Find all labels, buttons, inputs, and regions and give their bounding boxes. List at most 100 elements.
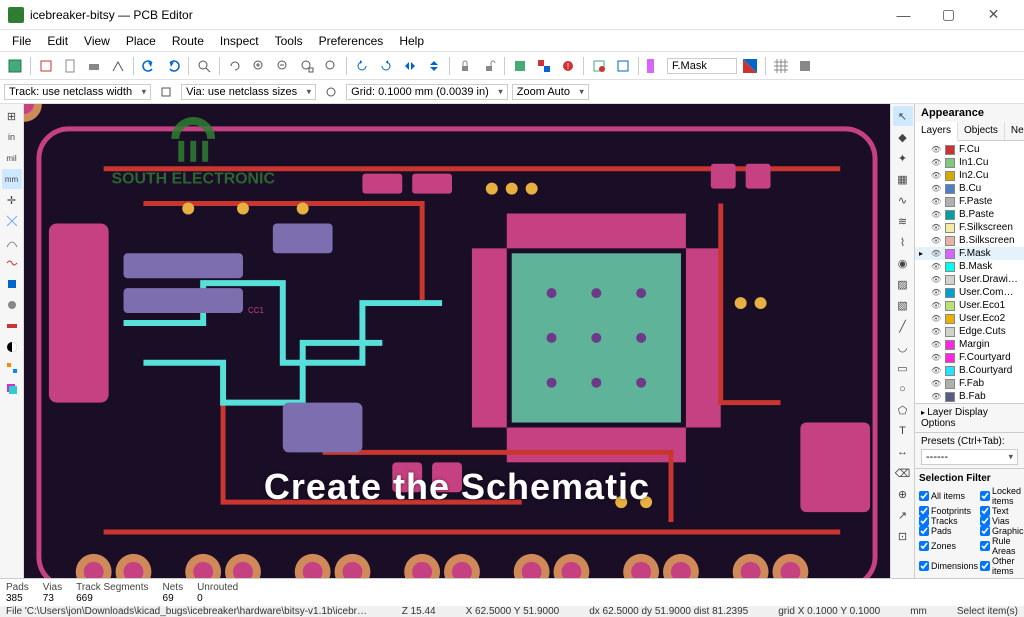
menu-inspect[interactable]: Inspect (212, 32, 267, 50)
filter-checkbox[interactable] (980, 541, 990, 551)
route-track-tool[interactable]: ∿ (893, 190, 913, 210)
menu-edit[interactable]: Edit (39, 32, 76, 50)
filter-tracks[interactable]: Tracks (919, 516, 978, 526)
visibility-icon[interactable]: 👁 (931, 197, 941, 206)
visibility-icon[interactable]: 👁 (931, 171, 941, 180)
via-size-edit-button[interactable] (320, 81, 342, 103)
layer-swatch[interactable] (945, 392, 955, 402)
flip-v-button[interactable] (423, 55, 445, 77)
layers-manager-button[interactable] (2, 379, 22, 399)
layer-swatch[interactable] (945, 158, 955, 168)
plot-button[interactable] (107, 55, 129, 77)
cursor-button[interactable]: ✛ (2, 190, 22, 210)
filter-checkbox[interactable] (919, 561, 929, 571)
visibility-icon[interactable]: 👁 (931, 301, 941, 310)
track-display-button[interactable] (2, 316, 22, 336)
unlock-button[interactable] (478, 55, 500, 77)
update-from-schematic-button[interactable] (533, 55, 555, 77)
layer-f-courtyard[interactable]: 👁F.Courtyard (915, 351, 1024, 364)
tab-nets[interactable]: Nets (1005, 122, 1024, 140)
visibility-icon[interactable]: 👁 (931, 223, 941, 232)
ratsnest-button[interactable] (2, 211, 22, 231)
filter-checkbox[interactable] (919, 491, 929, 501)
visibility-icon[interactable]: 👁 (931, 236, 941, 245)
ratsnest-curve-button[interactable] (2, 232, 22, 252)
layer-swatch[interactable] (945, 288, 955, 298)
add-zone-tool[interactable]: ▨ (893, 274, 913, 294)
highlight-net-tool[interactable]: ◆ (893, 127, 913, 147)
visibility-icon[interactable]: 👁 (931, 145, 941, 154)
zoom-out-button[interactable] (272, 55, 294, 77)
visibility-icon[interactable]: 👁 (931, 184, 941, 193)
route-diff-tool[interactable]: ≋ (893, 211, 913, 231)
filter-checkbox[interactable] (980, 561, 990, 571)
layer-b-courtyard[interactable]: 👁B.Courtyard (915, 364, 1024, 377)
find-button[interactable] (193, 55, 215, 77)
filter-checkbox[interactable] (919, 526, 929, 536)
filter-graphics[interactable]: Graphics (980, 526, 1024, 536)
filter-checkbox[interactable] (919, 516, 929, 526)
visibility-icon[interactable]: 👁 (931, 327, 941, 336)
layer-margin[interactable]: 👁Margin (915, 338, 1024, 351)
menu-preferences[interactable]: Preferences (311, 32, 392, 50)
visibility-icon[interactable]: 👁 (931, 158, 941, 167)
layer-swatch[interactable] (945, 210, 955, 220)
layer-user-eco1[interactable]: 👁User.Eco1 (915, 299, 1024, 312)
filter-checkbox[interactable] (980, 516, 990, 526)
filter-checkbox[interactable] (919, 506, 929, 516)
via-display-button[interactable] (2, 295, 22, 315)
save-button[interactable] (4, 55, 26, 77)
visibility-icon[interactable]: 👁 (931, 314, 941, 323)
tune-length-tool[interactable]: ⌇ (893, 232, 913, 252)
filter-text[interactable]: Text (980, 506, 1024, 516)
visibility-icon[interactable]: 👁 (931, 249, 941, 258)
import-button[interactable] (588, 55, 610, 77)
tab-layers[interactable]: Layers (915, 122, 958, 141)
layer-user-eco2[interactable]: 👁User.Eco2 (915, 312, 1024, 325)
via-size-select[interactable]: Via: use netclass sizes (181, 84, 316, 100)
visibility-icon[interactable]: 👁 (931, 262, 941, 271)
menu-place[interactable]: Place (118, 32, 164, 50)
zoom-in-button[interactable] (248, 55, 270, 77)
filter-rule-areas[interactable]: Rule Areas (980, 536, 1024, 556)
units-in-button[interactable]: in (2, 127, 22, 147)
add-dimension-tool[interactable]: ↔ (893, 442, 913, 462)
track-width-select[interactable]: Track: use netclass width (4, 84, 151, 100)
layer-swatch[interactable] (945, 314, 955, 324)
delete-tool[interactable]: ⌫ (893, 463, 913, 483)
layer-b-cu[interactable]: 👁B.Cu (915, 182, 1024, 195)
layer-swatch[interactable] (945, 249, 955, 259)
layer-f-paste[interactable]: 👁F.Paste (915, 195, 1024, 208)
visibility-icon[interactable]: 👁 (931, 379, 941, 388)
filter-checkbox[interactable] (980, 491, 990, 501)
layer-b-fab[interactable]: 👁B.Fab (915, 390, 1024, 403)
add-keepout-tool[interactable]: ▧ (893, 295, 913, 315)
menu-route[interactable]: Route (164, 32, 212, 50)
layer-swatch[interactable] (945, 366, 955, 376)
layer-swatch[interactable] (945, 262, 955, 272)
filter-pads[interactable]: Pads (919, 526, 978, 536)
lock-button[interactable] (454, 55, 476, 77)
zone-display-button[interactable] (2, 253, 22, 273)
menu-tools[interactable]: Tools (267, 32, 311, 50)
filter-vias[interactable]: Vias (980, 516, 1024, 526)
pcb-canvas[interactable]: SOUTH ELECTRONIC CC1 Create the Schemati… (24, 104, 890, 578)
filter-all-items[interactable]: All items (919, 486, 978, 506)
layer-swatch[interactable] (945, 223, 955, 233)
tab-objects[interactable]: Objects (958, 122, 1005, 140)
visibility-icon[interactable]: 👁 (931, 353, 941, 362)
zoom-select[interactable]: Zoom Auto (512, 84, 589, 100)
measure-tool[interactable]: ↗ (893, 505, 913, 525)
layer-f-fab[interactable]: 👁F.Fab (915, 377, 1024, 390)
layer-b-mask[interactable]: 👁B.Mask (915, 260, 1024, 273)
layer-swatch[interactable] (945, 340, 955, 350)
close-button[interactable]: ✕ (971, 0, 1016, 30)
menu-help[interactable]: Help (391, 32, 432, 50)
filter-checkbox[interactable] (919, 541, 929, 551)
layer-f-silkscreen[interactable]: 👁F.Silkscreen (915, 221, 1024, 234)
filter-locked-items[interactable]: Locked items (980, 486, 1024, 506)
flip-h-button[interactable] (399, 55, 421, 77)
page-settings-button[interactable] (59, 55, 81, 77)
grid-settings-button[interactable] (770, 55, 792, 77)
filter-checkbox[interactable] (980, 526, 990, 536)
